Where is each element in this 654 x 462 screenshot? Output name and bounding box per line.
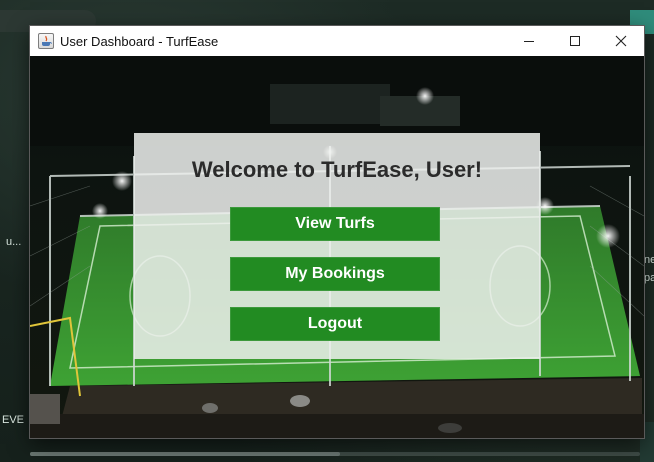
java-app-icon — [38, 33, 54, 49]
close-button[interactable] — [598, 26, 644, 56]
welcome-panel: Welcome to TurfEase, User! View Turfs My… — [134, 133, 540, 359]
background-text-left: u... — [6, 236, 22, 248]
window-title: User Dashboard - TurfEase — [60, 33, 219, 49]
maximize-icon — [570, 36, 580, 46]
window-controls — [506, 26, 644, 56]
minimize-button[interactable] — [506, 26, 552, 56]
minimize-icon — [524, 41, 534, 42]
logout-button[interactable]: Logout — [230, 307, 440, 341]
background-text-right: ne — [644, 254, 654, 266]
title-bar[interactable]: User Dashboard - TurfEase — [30, 26, 644, 56]
window-content: Welcome to TurfEase, User! View Turfs My… — [30, 56, 644, 438]
welcome-heading: Welcome to TurfEase, User! — [191, 157, 483, 182]
maximize-button[interactable] — [552, 26, 598, 56]
background-text-right-2: pa — [644, 272, 654, 284]
view-turfs-button[interactable]: View Turfs — [230, 207, 440, 241]
background-text-left-bottom: EVE — [2, 414, 25, 426]
background-scrollbar-thumb — [30, 452, 340, 456]
my-bookings-button[interactable]: My Bookings — [230, 257, 440, 291]
dashboard-window: User Dashboard - TurfEase Welcome to Tur… — [30, 26, 644, 438]
close-icon — [615, 35, 627, 47]
